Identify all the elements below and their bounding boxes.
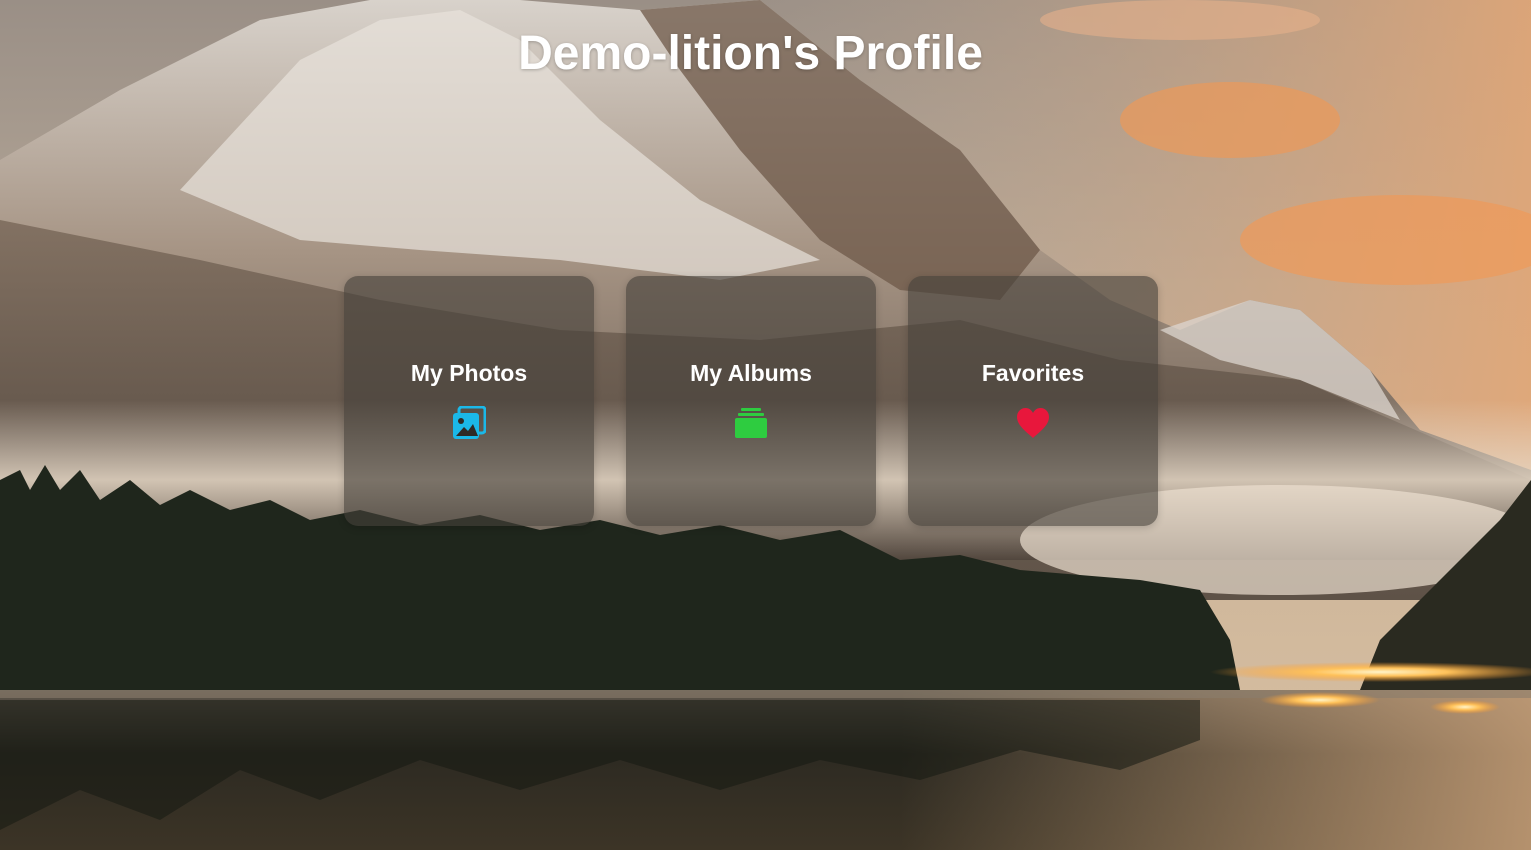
favorites-card[interactable]: Favorites (908, 276, 1158, 526)
my-albums-card[interactable]: My Albums (626, 276, 876, 526)
photos-icon (451, 405, 487, 441)
my-photos-card[interactable]: My Photos (344, 276, 594, 526)
profile-cards: My Photos My Albums Favorites (344, 276, 1158, 526)
albums-icon (733, 405, 769, 441)
page-title: Demo-lition's Profile (518, 27, 983, 80)
my-photos-label: My Photos (410, 360, 528, 386)
favorites-label: Favorites (981, 360, 1085, 386)
heart-icon (1015, 405, 1051, 441)
my-albums-label: My Albums (690, 360, 812, 386)
